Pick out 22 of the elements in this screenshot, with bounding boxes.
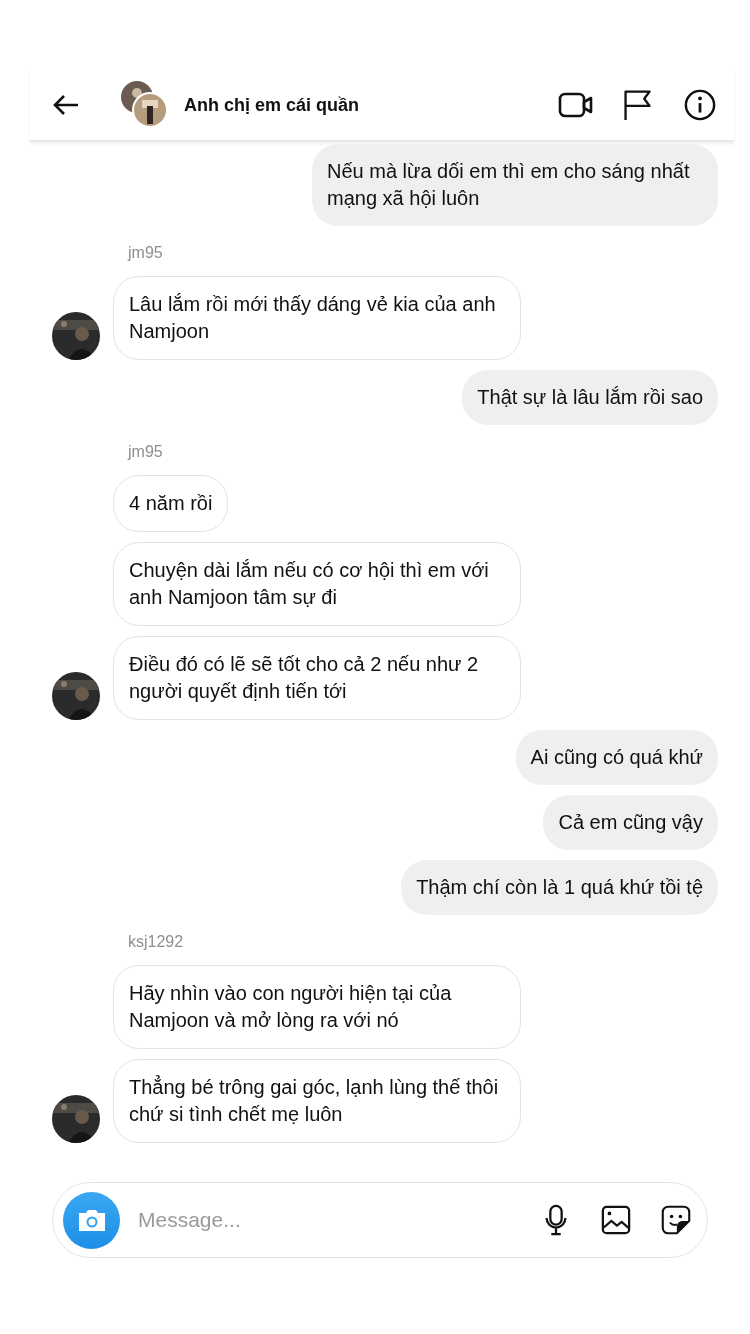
sender-name: jm95 (128, 443, 164, 461)
back-arrow-icon[interactable] (52, 93, 80, 117)
message-bubble: Thật sự là lâu lắm rồi sao (462, 370, 718, 425)
message-bubble: Thậm chí còn là 1 quá khứ tồi tệ (401, 860, 718, 915)
message-bubble: Lâu lắm rồi mới thấy dáng vẻ kia của anh Namjoon (113, 276, 521, 360)
camera-icon (76, 1207, 107, 1233)
message-bubble: 4 năm rồi (113, 475, 229, 532)
message-bubble: Cả em cũng vậy (543, 795, 718, 850)
message-bubble: Hãy nhìn vào con người hiện tại của Namjoon và mở lòng ra với nó (113, 965, 521, 1049)
message-bubble: Chuyện dài lắm nếu có cơ hội thì em với anh Namjoon tâm sự đi (113, 542, 521, 626)
message-input[interactable]: Message... (136, 1207, 511, 1233)
message-bubble: Thẳng bé trông gai góc, lạnh lùng thế thôi chứ si tình chết mẹ luôn (113, 1059, 521, 1143)
info-icon[interactable] (682, 89, 718, 121)
image-icon[interactable] (601, 1204, 631, 1236)
message-bubble: Điều đó có lẽ sẽ tốt cho cả 2 nếu như 2 người quyết định tiến tới (113, 636, 521, 720)
message-bubble: Ai cũng có quá khứ (515, 730, 718, 785)
sender-name: ksj1292 (128, 933, 185, 951)
chat-title: Anh chị em cái quần (184, 94, 360, 116)
sender-name: jm95 (128, 244, 164, 262)
camera-button[interactable] (63, 1191, 120, 1249)
sticker-icon[interactable] (661, 1204, 691, 1236)
message-bubble: Nếu mà lừa dối em thì em cho sáng nhất mạng xã hội luôn (312, 144, 718, 226)
